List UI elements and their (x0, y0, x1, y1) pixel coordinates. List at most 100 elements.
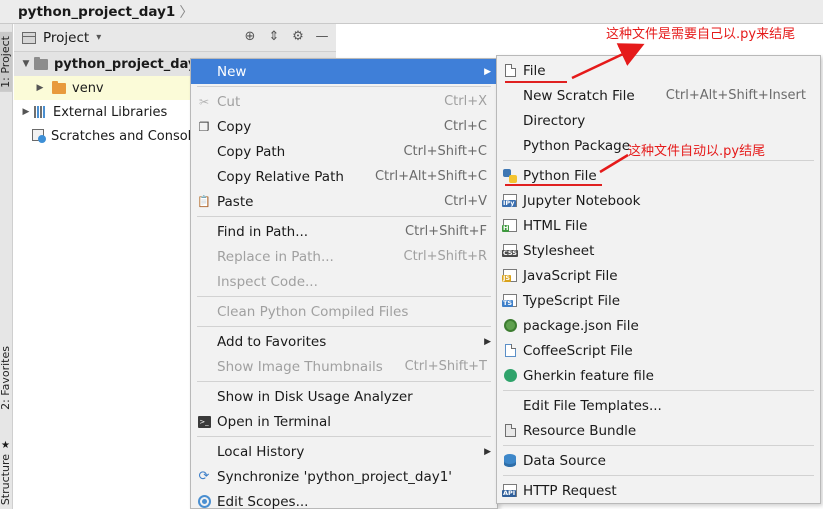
menu-item-paste[interactable]: 📋 Paste Ctrl+V (191, 189, 497, 214)
expand-arrow-icon[interactable]: ▶ (34, 83, 46, 93)
menu-item-new-package-json[interactable]: package.json File (497, 313, 820, 338)
locate-icon[interactable]: ⊕ (242, 29, 258, 44)
menu-item-clean-python[interactable]: Clean Python Compiled Files (191, 299, 497, 324)
folder-icon (34, 56, 48, 70)
menu-item-label: Show Image Thumbnails (217, 358, 383, 375)
menu-divider (197, 436, 491, 437)
menu-item-new-file[interactable]: File (497, 58, 820, 83)
menu-item-label: JavaScript File (523, 267, 618, 284)
js-badge: JS (502, 274, 512, 282)
menu-divider (503, 445, 814, 446)
menu-divider (503, 160, 814, 161)
project-panel-header: Project ▾ ⊕ ⇕ ⚙ — (14, 24, 336, 52)
menu-item-synchronize[interactable]: ⟳ Synchronize 'python_project_day1' (191, 464, 497, 489)
menu-item-label: Directory (523, 112, 586, 129)
menu-item-http-request[interactable]: API HTTP Request (497, 478, 820, 503)
menu-item-local-history[interactable]: Local History ▶ (191, 439, 497, 464)
menu-item-new-coffeescript[interactable]: CoffeeScript File (497, 338, 820, 363)
jupyter-badge: IPy (502, 199, 516, 207)
menu-item-new-html[interactable]: H HTML File (497, 213, 820, 238)
menu-item-label: Show in Disk Usage Analyzer (217, 388, 413, 405)
menu-item-copy-path[interactable]: Copy Path Ctrl+Shift+C (191, 139, 497, 164)
menu-divider (197, 216, 491, 217)
menu-item-replace-in-path[interactable]: Replace in Path... Ctrl+Shift+R (191, 244, 497, 269)
breadcrumb[interactable]: python_project_day1 (18, 4, 175, 20)
menu-item-new-typescript[interactable]: TS TypeScript File (497, 288, 820, 313)
menu-item-copy-relative-path[interactable]: Copy Relative Path Ctrl+Alt+Shift+C (191, 164, 497, 189)
menu-item-find-in-path[interactable]: Find in Path... Ctrl+Shift+F (191, 219, 497, 244)
tab-favorites[interactable]: 2: Favorites (0, 346, 12, 410)
project-view-title[interactable]: Project (43, 30, 89, 46)
menu-divider (197, 296, 491, 297)
menu-item-label: Synchronize 'python_project_day1' (217, 468, 453, 485)
expand-arrow-icon[interactable]: ▼ (20, 59, 32, 69)
menu-item-cut[interactable]: ✂ Cut Ctrl+X (191, 89, 497, 114)
expand-arrow-icon[interactable]: ▶ (20, 107, 32, 117)
coffeescript-icon (504, 344, 516, 357)
nodejs-icon (503, 319, 517, 332)
menu-item-label: package.json File (523, 317, 639, 334)
menu-item-edit-scopes[interactable]: Edit Scopes... (191, 489, 497, 509)
menu-item-disk-usage[interactable]: Show in Disk Usage Analyzer (191, 384, 497, 409)
chevron-down-icon[interactable]: ▾ (96, 32, 101, 43)
terminal-icon: >_ (197, 415, 211, 428)
scratches-icon (32, 129, 46, 143)
menu-item-new-scratch[interactable]: New Scratch File Ctrl+Alt+Shift+Insert (497, 83, 820, 108)
menu-divider (197, 326, 491, 327)
menu-item-label: Add to Favorites (217, 333, 327, 350)
menu-item-shortcut: Ctrl+Shift+F (405, 224, 487, 239)
menu-item-new-stylesheet[interactable]: CSS Stylesheet (497, 238, 820, 263)
menu-item-shortcut: Ctrl+Alt+Shift+Insert (665, 88, 806, 103)
collapse-all-icon[interactable]: ⇕ (266, 29, 282, 44)
menu-item-label: Replace in Path... (217, 248, 334, 265)
tab-project[interactable]: 1: Project (0, 32, 12, 92)
menu-item-open-terminal[interactable]: >_ Open in Terminal (191, 409, 497, 434)
menu-item-shortcut: Ctrl+Alt+Shift+C (374, 169, 487, 184)
menu-divider (197, 86, 491, 87)
hide-panel-icon[interactable]: — (314, 29, 330, 44)
database-icon (504, 454, 516, 467)
menu-item-copy[interactable]: ❐ Copy Ctrl+C (191, 114, 497, 139)
menu-item-new-jupyter[interactable]: IPy Jupyter Notebook (497, 188, 820, 213)
css-icon: CSS (502, 244, 518, 257)
menu-item-label: Clean Python Compiled Files (217, 303, 409, 320)
project-view-icon (22, 31, 36, 44)
menu-item-edit-templates[interactable]: Edit File Templates... (497, 393, 820, 418)
left-tool-strip: 1: Project ★ 2: Favorites Structure (0, 24, 13, 509)
menu-item-add-to-favorites[interactable]: Add to Favorites ▶ (191, 329, 497, 354)
menu-item-inspect-code[interactable]: Inspect Code... (191, 269, 497, 294)
paste-icon: 📋 (197, 195, 211, 208)
scope-icon (197, 495, 211, 508)
file-underline (505, 81, 567, 83)
menu-item-new-javascript[interactable]: JS JavaScript File (497, 263, 820, 288)
menu-item-label: File (523, 62, 546, 79)
menu-item-label: New (217, 63, 247, 80)
menu-item-label: Copy Path (217, 143, 286, 160)
menu-item-shortcut: Ctrl+V (444, 194, 487, 209)
menu-item-label: CoffeeScript File (523, 342, 633, 359)
annotation-python-file-note: 这种文件自动以.py结尾 (628, 144, 766, 159)
menu-item-data-source[interactable]: Data Source (497, 448, 820, 473)
menu-divider (503, 390, 814, 391)
tab-structure[interactable]: Structure (0, 454, 12, 505)
menu-item-new-gherkin[interactable]: Gherkin feature file (497, 363, 820, 388)
api-badge: API (502, 489, 517, 497)
annotation-file-note: 这种文件是需要自己以.py来结尾 (606, 27, 796, 42)
cucumber-icon (503, 369, 517, 382)
menu-item-label: Python File (523, 167, 597, 184)
menu-divider (503, 475, 814, 476)
menu-item-new-directory[interactable]: Directory (497, 108, 820, 133)
gear-icon[interactable]: ⚙ (290, 29, 306, 44)
menu-item-resource-bundle[interactable]: Resource Bundle (497, 418, 820, 443)
panel-toolbar: ⊕ ⇕ ⚙ — (242, 29, 330, 44)
menu-item-show-thumbnails[interactable]: Show Image Thumbnails Ctrl+Shift+T (191, 354, 497, 379)
library-icon (34, 106, 48, 118)
menu-item-label: Paste (217, 193, 254, 210)
menu-item-label: Inspect Code... (217, 273, 318, 290)
folder-icon (52, 80, 66, 94)
menu-item-label: Edit File Templates... (523, 397, 662, 414)
menu-item-new[interactable]: New ▶ (191, 59, 497, 84)
menu-item-shortcut: Ctrl+Shift+R (403, 249, 488, 264)
menu-item-label: New Scratch File (523, 87, 635, 104)
html-icon: H (502, 219, 517, 232)
